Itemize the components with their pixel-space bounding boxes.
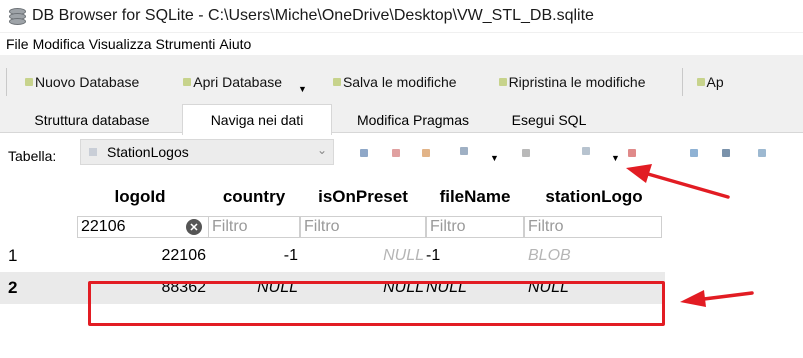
tab-label: Naviga nei dati [210,112,304,128]
annotation-arrows [626,164,754,307]
arrow-to-toolbar-icon [626,164,730,199]
tab-naviga-nei-dati[interactable]: Naviga nei dati [182,104,332,135]
arrow-to-row [680,290,754,307]
